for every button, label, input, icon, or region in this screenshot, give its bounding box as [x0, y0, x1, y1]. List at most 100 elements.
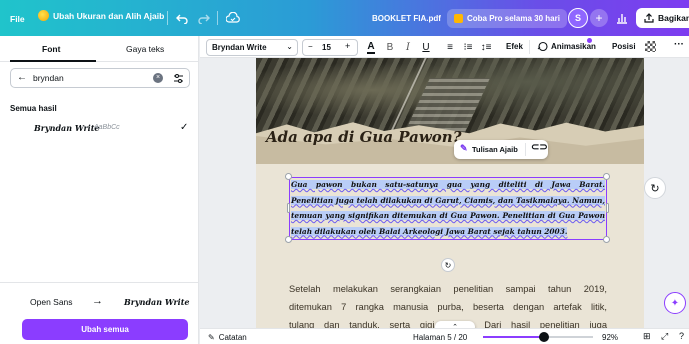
crown-icon — [38, 10, 49, 21]
magic-write-label: Tulisan Ajaib — [472, 145, 518, 154]
italic-icon[interactable]: I — [402, 40, 414, 55]
resize-handle[interactable] — [603, 236, 610, 243]
replace-from-font: Open Sans — [30, 297, 73, 307]
magic-resize-button[interactable]: Ubah Ukuran dan Alih Ajaib — [38, 10, 164, 21]
filter-icon[interactable] — [173, 73, 184, 84]
avatar[interactable]: S — [568, 8, 588, 28]
divider — [217, 11, 218, 25]
text-line-content: Penelitian juga telah dilakukan di Garut… — [291, 195, 605, 205]
text-line-content: telah dilakukan oleh Balai Arkeologi Jaw… — [291, 226, 568, 236]
side-handle[interactable] — [287, 203, 290, 213]
font-result-name: Bryndan Write — [34, 123, 100, 133]
link-icon[interactable]: ⊂⊃ — [531, 142, 548, 153]
decrease-size-button[interactable]: − — [308, 42, 313, 51]
notes-label: Catatan — [218, 333, 247, 342]
rotate-icon[interactable]: ↻ — [441, 258, 455, 272]
increase-size-button[interactable]: + — [345, 41, 350, 51]
font-family-dropdown[interactable]: Bryndan Write ⌄ — [206, 39, 298, 56]
notes-icon: ✎ — [208, 333, 215, 342]
resize-handle[interactable] — [603, 173, 610, 180]
magic-assistant-icon[interactable]: ✦ — [664, 292, 686, 314]
side-handle[interactable] — [606, 203, 609, 213]
effects-button[interactable]: Efek — [506, 42, 523, 51]
add-collaborator-button[interactable]: + — [590, 9, 608, 27]
zoom-slider-knob[interactable] — [538, 332, 549, 342]
file-menu[interactable]: File — [10, 14, 25, 24]
text-line: Penelitian juga telah dilakukan di Garut… — [291, 193, 605, 209]
refresh-icon[interactable]: ↻ — [644, 177, 666, 199]
arrow-right-icon: → — [92, 295, 103, 307]
divider — [167, 11, 168, 25]
text-line-content: temuan yang signifikan ditemukan di Gua … — [291, 211, 605, 220]
grid-view-icon[interactable]: ⊞ — [643, 331, 651, 342]
analytics-icon[interactable] — [614, 10, 630, 26]
zoom-slider[interactable] — [483, 332, 593, 342]
undo-icon[interactable] — [174, 10, 190, 26]
text-color-icon[interactable]: A — [364, 40, 378, 55]
crown-icon — [454, 14, 463, 23]
tab-text-style[interactable]: Gaya teks — [126, 44, 164, 54]
check-icon: ✓ — [180, 122, 189, 133]
cave-photo[interactable] — [256, 58, 644, 138]
underline-icon[interactable]: U — [420, 40, 432, 55]
tab-font[interactable]: Font — [42, 44, 60, 54]
font-family-value: Bryndan Write — [212, 43, 267, 52]
font-result-sample: AaBbCc — [94, 124, 120, 131]
notes-button[interactable]: ✎ Catatan — [208, 333, 247, 342]
more-options-button[interactable]: ··· — [674, 39, 684, 50]
text-line: Gua pawon bukan satu-satunya gua yang di… — [291, 177, 605, 193]
text-line: Setelah melakukan serangkaian penelitian… — [289, 284, 607, 294]
bottom-bar: ✎ Catatan Halaman 5 / 20 92% ⊞ ⤢ ? — [200, 328, 689, 344]
share-button[interactable]: Bagikan — [636, 8, 689, 28]
help-icon[interactable]: ? — [679, 331, 684, 341]
try-pro-button[interactable]: Coba Pro selama 30 hari — [447, 9, 567, 28]
redo-icon[interactable] — [196, 10, 212, 26]
selected-text-block[interactable]: Gua pawon bukan satu-satunya gua yang di… — [289, 177, 607, 239]
magic-wand-icon: ✎ — [460, 143, 468, 153]
font-result-item[interactable]: Bryndan Write AaBbCc ✓ — [10, 118, 190, 138]
divider — [525, 143, 526, 156]
font-search-box[interactable]: ← × — [10, 68, 190, 88]
magic-write-popup[interactable]: ✎ Tulisan Ajaib ⊂⊃ — [454, 140, 548, 159]
document-name[interactable]: BOOKLET FIA.pdf — [372, 14, 441, 23]
replace-to-font: Bryndan Write — [124, 297, 190, 307]
panel-tabs: Font Gaya teks — [0, 36, 199, 62]
back-arrow-icon[interactable]: ← — [17, 72, 27, 83]
fullscreen-icon[interactable]: ⤢ — [661, 331, 668, 342]
font-panel: Font Gaya teks ← × Semua hasil Bryndan W… — [0, 36, 199, 344]
new-badge — [587, 38, 592, 43]
cloud-saved-icon[interactable] — [225, 10, 241, 26]
zoom-slider-fill — [483, 336, 544, 338]
position-button[interactable]: Posisi — [612, 42, 636, 51]
font-size-value[interactable]: 15 — [322, 43, 331, 52]
font-search-input[interactable] — [33, 73, 143, 83]
divider — [529, 40, 530, 54]
resize-handle[interactable] — [285, 173, 292, 180]
resize-handle[interactable] — [285, 236, 292, 243]
animate-button[interactable]: Animasikan — [551, 42, 596, 51]
share-icon — [644, 13, 654, 23]
animate-icon — [537, 41, 548, 52]
chevron-down-icon: ⌄ — [286, 42, 293, 51]
magic-resize-label: Ubah Ukuran dan Alih Ajaib — [53, 10, 165, 21]
design-page[interactable]: Ada apa di Gua Pawon? Gua pawon bukan sa… — [256, 58, 644, 328]
try-pro-label: Coba Pro selama 30 hari — [467, 14, 560, 23]
bold-icon[interactable]: B — [384, 40, 396, 55]
align-justify-icon[interactable]: ≡ — [444, 40, 456, 55]
text-line: telah dilakukan oleh Balai Arkeologi Jaw… — [291, 224, 605, 240]
section-heading[interactable]: Ada apa di Gua Pawon? — [266, 128, 462, 146]
clear-icon[interactable]: × — [153, 73, 163, 83]
editor-canvas: Ada apa di Gua Pawon? Gua pawon bukan sa… — [200, 58, 689, 328]
top-bar: File Ubah Ukuran dan Alih Ajaib BOOKLET … — [0, 0, 689, 36]
line-spacing-icon[interactable]: ↕≡ — [480, 40, 492, 55]
list-icon[interactable]: ⁝≡ — [462, 40, 474, 55]
zoom-level[interactable]: 92% — [602, 333, 618, 342]
section-title: Semua hasil — [10, 104, 57, 113]
text-line: temuan yang signifikan ditemukan di Gua … — [291, 208, 605, 224]
page-indicator[interactable]: Halaman 5 / 20 — [413, 333, 467, 342]
font-size-stepper[interactable]: − 15 + — [302, 39, 358, 56]
replace-all-button[interactable]: Ubah semua — [22, 319, 188, 340]
transparency-icon[interactable] — [645, 41, 656, 52]
text-toolbar: Bryndan Write ⌄ − 15 + A B I U ≡ ⁝≡ ↕≡ E… — [200, 36, 689, 58]
text-line: ditemukan 7 rangka manusia purba, besert… — [289, 302, 607, 312]
